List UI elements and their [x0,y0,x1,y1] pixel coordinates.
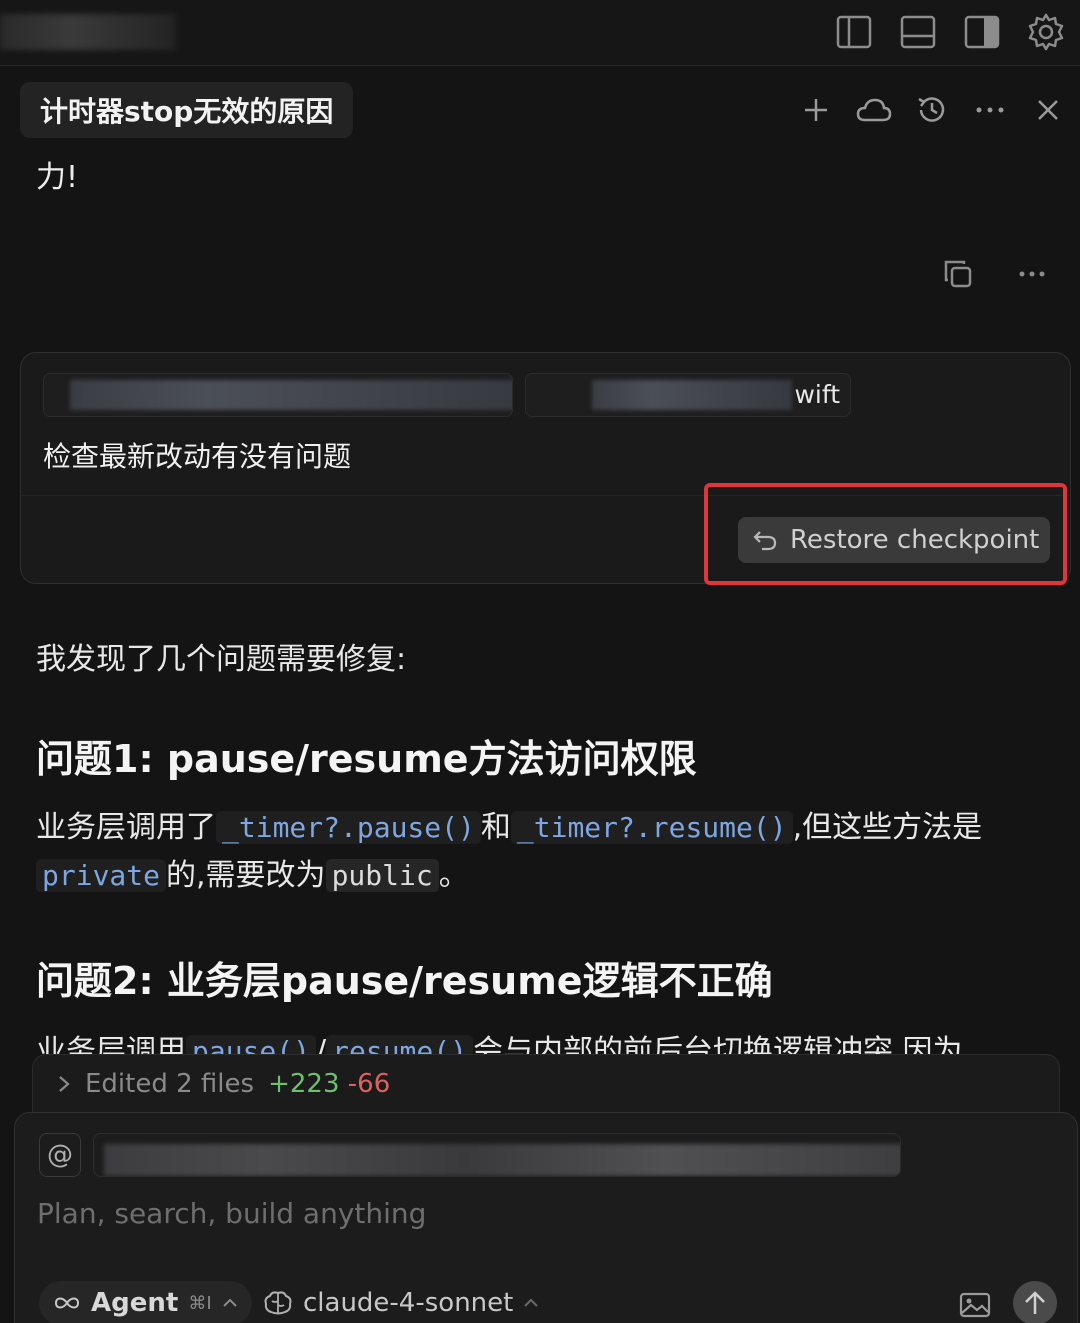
issue-2-heading: 问题2: 业务层pause/resume逻辑不正确 [36,959,773,1003]
top-bar-icons [834,10,1066,54]
chevron-up-icon [222,1298,237,1307]
previous-message-fragment: 力! [36,160,79,195]
plus-icon[interactable] [796,86,836,134]
history-icon[interactable] [912,86,952,134]
additions-count: +223 [268,1068,340,1099]
inline-code: public [325,859,439,892]
context-chip-file-2[interactable]: wift [525,373,851,417]
arrow-up-icon [1025,1291,1045,1314]
context-chip-file-1[interactable] [43,373,513,417]
chat-title-tab[interactable]: 计时器stop无效的原因 [20,82,354,138]
chip-filename-suffix: wift [794,380,840,409]
redacted-window-title [0,14,176,50]
close-icon[interactable] [1028,86,1068,134]
at-icon: @ [47,1140,73,1170]
top-bar [0,0,1080,66]
chat-actions [796,86,1068,134]
redacted-filename [70,380,512,410]
more-icon[interactable] [970,86,1010,134]
redacted-filename [592,380,792,410]
edited-files-label: Edited 2 files [85,1068,255,1099]
agent-shortcut: ⌘I [188,1292,212,1314]
user-message-text: 检查最新改动有没有问题 [43,440,352,473]
inline-code: private [36,859,167,892]
add-context-button[interactable]: @ [39,1133,81,1177]
agent-mode-button[interactable]: Agent ⌘I [39,1281,252,1323]
context-chip[interactable] [93,1133,901,1177]
send-button[interactable] [1013,1281,1057,1323]
attach-image-button[interactable] [955,1285,995,1323]
brain-icon [264,1291,292,1315]
inline-code: _timer?.resume() [510,811,793,844]
agent-mode-label: Agent [91,1288,179,1318]
red-highlight-annotation [704,483,1067,585]
image-icon [959,1292,991,1318]
redacted-context [104,1144,900,1176]
issue-1-heading: 问题1: pause/resume方法访问权限 [36,737,697,781]
message-more-icon[interactable] [1014,254,1050,294]
gear-icon[interactable] [1026,10,1066,54]
inline-code: _timer?.pause() [216,811,481,844]
sidebar-left-icon[interactable] [834,10,874,54]
cloud-icon[interactable] [854,86,894,134]
copy-icon[interactable] [940,254,976,294]
edited-files-bar[interactable]: Edited 2 files +223 -66 [32,1054,1060,1112]
sidebar-right-icon[interactable] [962,10,1002,54]
chevron-right-icon [59,1075,70,1092]
panel-bottom-icon[interactable] [898,10,938,54]
prompt-input[interactable] [37,1197,937,1230]
deletions-count: -66 [347,1068,391,1099]
model-selector[interactable]: claude-4-sonnet [263,1281,539,1323]
model-label: claude-4-sonnet [303,1288,514,1318]
chevron-up-icon [524,1298,539,1307]
response-intro: 我发现了几个问题需要修复: [36,642,407,677]
composer: @ Agent ⌘I claude-4-sonnet [14,1112,1078,1323]
message-tools [940,254,1050,294]
issue-1-paragraph: 业务层调用了 _timer?.pause() 和 _timer?.resume() ,但… [36,810,983,893]
infinity-icon [54,1297,80,1309]
